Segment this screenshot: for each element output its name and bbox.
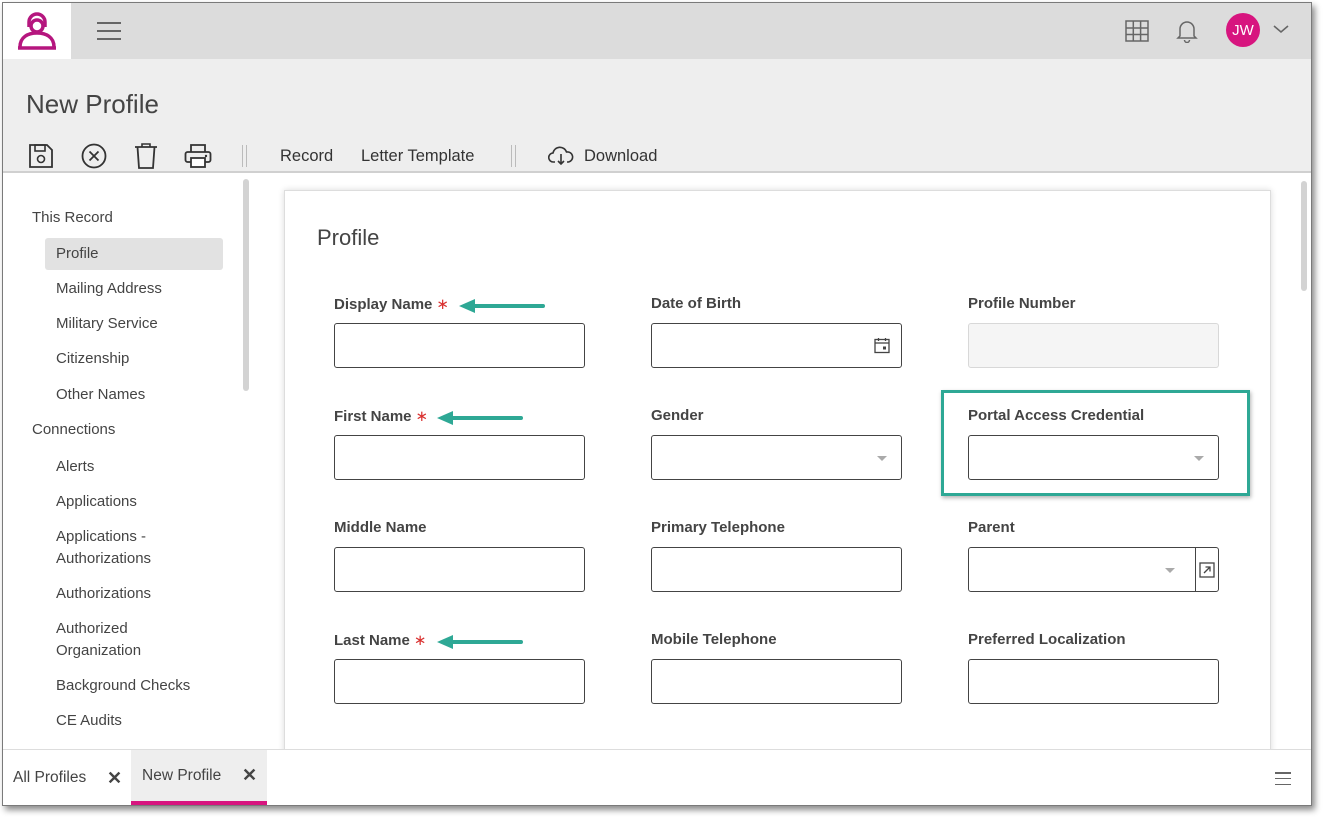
sidebar-item-other-names[interactable]: Other Names	[45, 379, 223, 411]
middle-name-input[interactable]	[334, 547, 585, 592]
sidebar-item-ce-audits[interactable]: CE Audits	[45, 705, 223, 737]
open-link-icon[interactable]	[1195, 547, 1219, 592]
field-label: Last Name	[334, 632, 410, 649]
toolbar-separator	[242, 145, 247, 167]
mobile-telephone-field: Mobile Telephone	[651, 631, 902, 704]
preferred-localization-input[interactable]	[968, 659, 1219, 704]
display-name-input[interactable]	[334, 323, 585, 368]
profile-card: Profile Display Name ∗ Date of Birth Pro…	[284, 190, 1271, 749]
portal-access-credential-field: Portal Access Credential	[968, 407, 1219, 480]
primary-telephone-field: Primary Telephone	[651, 519, 902, 592]
field-label: Middle Name	[334, 519, 427, 536]
section-title: Profile	[317, 225, 380, 250]
primary-telephone-input[interactable]	[651, 547, 902, 592]
print-icon[interactable]	[184, 141, 212, 171]
field-label: Parent	[968, 519, 1015, 536]
avatar[interactable]: JW	[1226, 13, 1260, 47]
dropdown-caret-icon	[1165, 568, 1175, 573]
bottom-tab-bar: All Profiles ✕ New Profile ✕	[3, 749, 1311, 805]
preferred-localization-field: Preferred Localization	[968, 631, 1219, 704]
sidebar-item-alerts[interactable]: Alerts	[45, 451, 223, 483]
list-menu-icon[interactable]	[1275, 772, 1291, 785]
trash-icon[interactable]	[132, 141, 160, 171]
sidebar-item-military-service[interactable]: Military Service	[45, 308, 223, 340]
close-icon[interactable]: ✕	[242, 765, 257, 786]
page-title: New Profile	[26, 89, 159, 119]
required-marker: ∗	[436, 296, 449, 313]
parent-field: Parent	[968, 519, 1219, 592]
field-label: Primary Telephone	[651, 519, 785, 536]
sidebar-item-authorized-organization[interactable]: Authorized Organization	[45, 613, 223, 667]
field-label: Date of Birth	[651, 295, 741, 312]
profile-number-field: Profile Number	[968, 295, 1219, 368]
last-name-input[interactable]	[334, 659, 585, 704]
calendar-icon[interactable]	[874, 337, 890, 354]
last-name-field: Last Name ∗	[334, 631, 585, 704]
user-lock-logo-icon[interactable]	[3, 3, 71, 59]
date-of-birth-input[interactable]	[651, 323, 902, 368]
sidebar-item-applications-authorizations[interactable]: Applications - Authorizations	[45, 521, 223, 575]
field-label: Mobile Telephone	[651, 631, 777, 648]
date-of-birth-field: Date of Birth	[651, 295, 902, 368]
sidebar-item-background-checks[interactable]: Background Checks	[45, 670, 223, 702]
grid-icon[interactable]	[1123, 17, 1151, 45]
portal-access-credential-select[interactable]	[968, 435, 1219, 480]
tab-new-profile[interactable]: New Profile ✕	[131, 750, 267, 805]
avatar-initials: JW	[1232, 21, 1254, 39]
cloud-download-icon[interactable]	[546, 141, 576, 171]
profile-number-input	[968, 323, 1219, 368]
sidebar-scrollbar[interactable]	[243, 179, 249, 391]
dropdown-caret-icon	[1194, 456, 1204, 461]
tab-all-profiles[interactable]: All Profiles ✕	[3, 750, 131, 805]
display-name-field: Display Name ∗	[334, 295, 585, 368]
middle-name-field: Middle Name	[334, 519, 585, 592]
cancel-icon[interactable]	[80, 141, 108, 171]
mobile-telephone-input[interactable]	[651, 659, 902, 704]
field-label: Portal Access Credential	[968, 407, 1145, 424]
first-name-input[interactable]	[334, 435, 585, 480]
sidebar-group-this-record: This Record	[32, 209, 113, 226]
page-header: New Profile Record Letter Template Downl…	[3, 59, 1311, 173]
sidebar-item-mailing-address[interactable]: Mailing Address	[45, 273, 223, 305]
sidebar-item-profile[interactable]: Profile	[45, 238, 223, 270]
top-bar: JW	[3, 3, 1311, 59]
tab-label: New Profile	[142, 766, 222, 784]
close-icon[interactable]: ✕	[107, 768, 122, 789]
field-label: Preferred Localization	[968, 631, 1126, 648]
app-window: JW New Profile Record Letter Template Do…	[2, 2, 1312, 806]
required-marker: ∗	[415, 408, 429, 425]
field-label: Profile Number	[968, 295, 1076, 312]
parent-select[interactable]	[968, 547, 1196, 592]
sidebar-group-connections: Connections	[32, 421, 116, 438]
bell-icon[interactable]	[1173, 17, 1201, 45]
letter-template-menu[interactable]: Letter Template	[361, 147, 474, 166]
sidebar-nav: This Record Profile Mailing Address Mili…	[3, 175, 253, 749]
save-icon[interactable]	[27, 141, 55, 171]
hamburger-icon[interactable]	[97, 20, 121, 42]
tab-label: All Profiles	[13, 769, 87, 786]
sidebar-item-authorizations[interactable]: Authorizations	[45, 578, 223, 610]
sidebar-item-citizenship[interactable]: Citizenship	[45, 343, 223, 375]
record-menu[interactable]: Record	[280, 147, 333, 166]
main-content: Profile Display Name ∗ Date of Birth Pro…	[253, 175, 1311, 749]
download-button[interactable]: Download	[584, 147, 657, 166]
dropdown-caret-icon	[877, 456, 887, 461]
field-label: First Name	[334, 408, 412, 425]
required-marker: ∗	[413, 632, 427, 649]
field-label: Display Name	[334, 296, 433, 313]
field-label: Gender	[651, 407, 704, 424]
gender-select[interactable]	[651, 435, 902, 480]
toolbar: Record Letter Template Download	[26, 141, 726, 171]
first-name-field: First Name ∗	[334, 407, 585, 480]
sidebar-item-applications[interactable]: Applications	[45, 486, 223, 518]
chevron-down-icon[interactable]	[1271, 19, 1291, 39]
toolbar-separator	[511, 145, 516, 167]
gender-field: Gender	[651, 407, 902, 480]
main-scrollbar[interactable]	[1301, 181, 1307, 291]
